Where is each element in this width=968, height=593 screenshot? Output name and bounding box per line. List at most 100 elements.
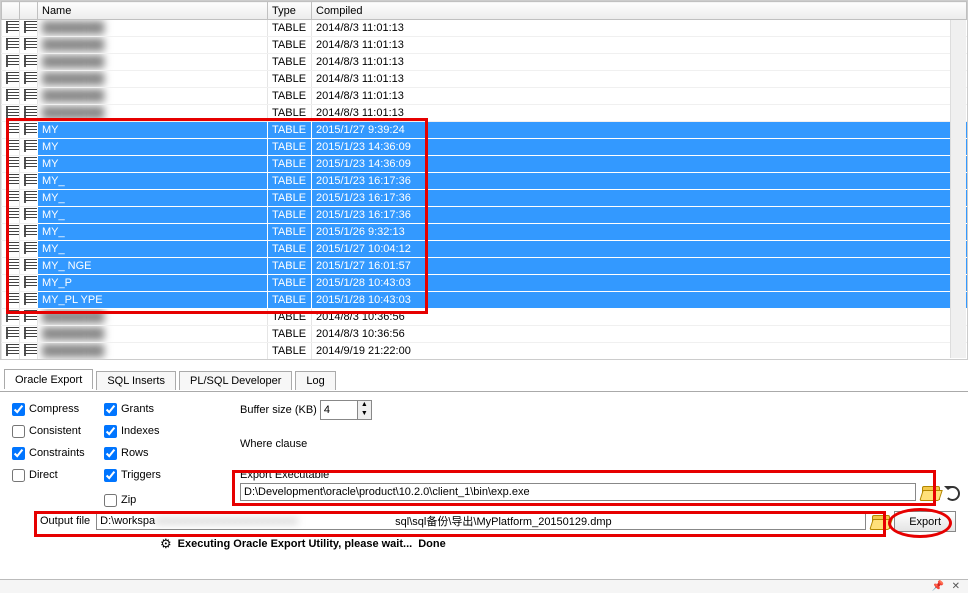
table-row[interactable]: MY_PL YPETABLE2015/1/28 10:43:03: [2, 292, 967, 309]
table-row[interactable]: MY_TABLE2015/1/23 16:17:36: [2, 173, 967, 190]
tab-log[interactable]: Log: [295, 371, 335, 390]
table-row[interactable]: MYTABLE2015/1/23 14:36:09: [2, 156, 967, 173]
label-grants: Grants: [121, 403, 154, 415]
table-row[interactable]: ████████TABLE2014/8/3 10:36:56: [2, 309, 967, 326]
browse-exe-button[interactable]: [922, 485, 940, 500]
table-row[interactable]: MY_TABLE2015/1/26 9:32:13: [2, 224, 967, 241]
cell-type: TABLE: [268, 105, 312, 122]
output-file-input[interactable]: D:\workspa xxxxxxxxxxxxxxxxxxxxxxxxxx sq…: [96, 512, 866, 530]
cell-compiled: 2015/1/27 16:01:57: [312, 258, 967, 275]
table-icon: [24, 191, 38, 203]
checkbox-zip[interactable]: Zip: [104, 491, 136, 509]
col-spacer-2[interactable]: [20, 2, 38, 20]
table-icon: [24, 157, 38, 169]
cell-name: ████████: [38, 88, 268, 105]
cell-type: TABLE: [268, 190, 312, 207]
table-row[interactable]: MY_TABLE2015/1/27 10:04:12: [2, 241, 967, 258]
table-row[interactable]: ████████TABLE2014/8/3 10:36:56: [2, 326, 967, 343]
reload-exe-button[interactable]: [945, 486, 960, 501]
table-row[interactable]: MY_TABLE2015/1/23 16:17:36: [2, 207, 967, 224]
spinner-up[interactable]: ▲: [358, 401, 371, 410]
cell-type: TABLE: [268, 207, 312, 224]
cell-name: MY_: [38, 224, 268, 241]
cell-compiled: 2015/1/23 16:17:36: [312, 190, 967, 207]
status-done: Done: [418, 538, 446, 550]
table-icon: [24, 38, 38, 50]
table-icon: [6, 106, 20, 118]
col-compiled[interactable]: Compiled: [312, 2, 967, 20]
table-icon: [24, 293, 38, 305]
table-icon: [24, 123, 38, 135]
table-icon: [24, 242, 38, 254]
table-row[interactable]: ████████TABLE2014/8/3 11:01:13: [2, 88, 967, 105]
label-direct: Direct: [29, 469, 58, 481]
cell-type: TABLE: [268, 173, 312, 190]
table-row[interactable]: MY_ NGETABLE2015/1/27 16:01:57: [2, 258, 967, 275]
table-icon: [24, 208, 38, 220]
cell-type: TABLE: [268, 326, 312, 343]
cell-type: TABLE: [268, 343, 312, 360]
footer-bar: [0, 579, 968, 593]
table-row[interactable]: ████████TABLE2014/9/19 21:22:00: [2, 343, 967, 360]
cell-compiled: 2014/9/19 21:22:00: [312, 343, 967, 360]
vertical-scrollbar[interactable]: [950, 20, 966, 358]
checkbox-triggers[interactable]: Triggers: [104, 466, 194, 484]
table-row[interactable]: MY_PTABLE2015/1/28 10:43:03: [2, 275, 967, 292]
object-list-pane: Name Type Compiled ████████TABLE2014/8/3…: [0, 0, 968, 360]
cell-name: ████████: [38, 309, 268, 326]
checkbox-compress[interactable]: Compress: [12, 400, 102, 418]
label-buffer-size: Buffer size (KB): [240, 404, 317, 416]
table-icon: [6, 259, 20, 271]
table-icon: [6, 72, 20, 84]
col-spacer-1[interactable]: [2, 2, 20, 20]
close-panel-icon[interactable]: ✕: [952, 581, 960, 592]
tab-plsql-developer[interactable]: PL/SQL Developer: [179, 371, 292, 390]
cell-name: ████████: [38, 54, 268, 71]
cell-compiled: 2015/1/26 9:32:13: [312, 224, 967, 241]
col-name[interactable]: Name: [38, 2, 268, 20]
output-blurred: xxxxxxxxxxxxxxxxxxxxxxxxxx: [155, 515, 395, 527]
export-button[interactable]: Export: [894, 511, 956, 532]
cell-compiled: 2014/8/3 11:01:13: [312, 37, 967, 54]
table-icon: [6, 344, 20, 356]
table-icon: [24, 276, 38, 288]
table-icon: [6, 208, 20, 220]
cell-compiled: 2015/1/27 10:04:12: [312, 241, 967, 258]
tab-sql-inserts[interactable]: SQL Inserts: [96, 371, 176, 390]
table-header-row[interactable]: Name Type Compiled: [2, 2, 967, 20]
table-row[interactable]: MYTABLE2015/1/23 14:36:09: [2, 139, 967, 156]
checkbox-constraints[interactable]: Constraints: [12, 444, 102, 462]
table-row[interactable]: MY_TABLE2015/1/23 16:17:36: [2, 190, 967, 207]
checkbox-indexes[interactable]: Indexes: [104, 422, 194, 440]
buffer-size-spinner[interactable]: ▲▼: [320, 400, 372, 420]
table-row[interactable]: ████████TABLE2014/8/3 11:01:13: [2, 54, 967, 71]
label-indexes: Indexes: [121, 425, 160, 437]
spinner-down[interactable]: ▼: [358, 410, 371, 419]
cell-compiled: 2015/1/27 9:39:24: [312, 122, 967, 139]
table-row[interactable]: ████████TABLE2014/8/3 11:01:13: [2, 71, 967, 88]
cell-name: MY: [38, 122, 268, 139]
checkbox-rows[interactable]: Rows: [104, 444, 194, 462]
cell-name: MY_ NGE: [38, 258, 268, 275]
checkbox-grants[interactable]: Grants: [104, 400, 194, 418]
table-icon: [24, 55, 38, 67]
table-icon: [6, 38, 20, 50]
table-row[interactable]: MYTABLE2015/1/27 9:39:24: [2, 122, 967, 139]
tab-oracle-export[interactable]: Oracle Export: [4, 369, 93, 389]
pin-icon[interactable]: 📌: [932, 581, 944, 592]
buffer-size-input[interactable]: [321, 401, 357, 419]
col-type[interactable]: Type: [268, 2, 312, 20]
checkbox-direct[interactable]: Direct: [12, 466, 102, 484]
browse-output-button[interactable]: [872, 514, 890, 529]
cell-type: TABLE: [268, 241, 312, 258]
table-row[interactable]: ████████TABLE2014/8/3 11:01:13: [2, 105, 967, 122]
checkbox-consistent[interactable]: Consistent: [12, 422, 102, 440]
table-icon: [6, 293, 20, 305]
table-row[interactable]: ████████TABLE2014/8/3 11:01:13: [2, 20, 967, 37]
export-panel: Oracle Export SQL Inserts PL/SQL Develop…: [0, 368, 968, 568]
object-table[interactable]: Name Type Compiled ████████TABLE2014/8/3…: [1, 1, 967, 360]
label-zip: Zip: [121, 494, 136, 506]
cell-type: TABLE: [268, 258, 312, 275]
export-executable-input[interactable]: [240, 483, 916, 501]
table-row[interactable]: ████████TABLE2014/8/3 11:01:13: [2, 37, 967, 54]
